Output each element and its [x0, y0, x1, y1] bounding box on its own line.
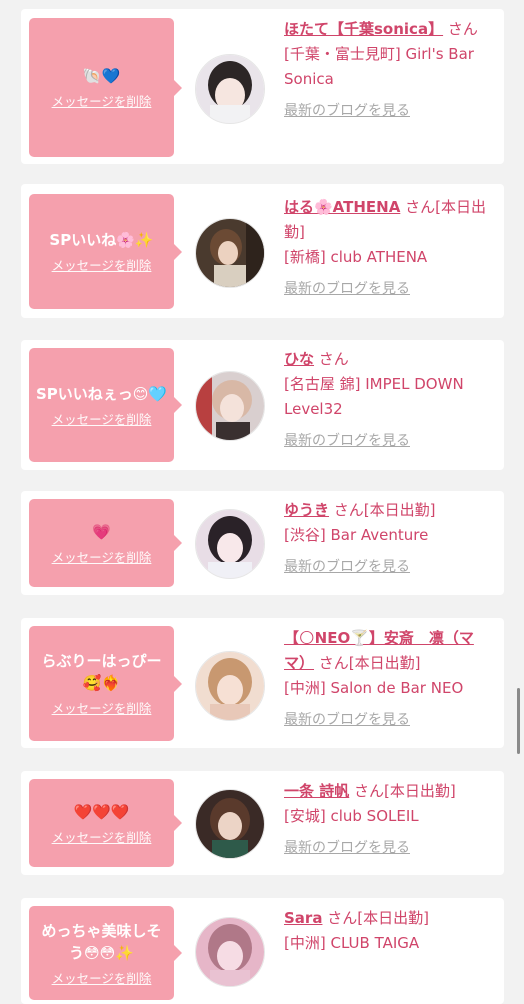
sender-info: ほたて【千葉sonica】 さん [千葉・富士見町] Girl's Bar So… [284, 17, 496, 120]
scrollbar[interactable] [517, 688, 520, 754]
shop-name: [名古屋 錦] IMPEL DOWN Level32 [284, 375, 464, 418]
sender-name-link[interactable]: ひな [284, 350, 314, 368]
message-text: めっちゃ美味しそう😳😳✨ [41, 921, 162, 962]
avatar[interactable] [195, 54, 265, 124]
avatar[interactable] [195, 789, 265, 859]
message-text: 💗 [92, 522, 111, 541]
sender-name-link[interactable]: はる🌸ATHENA [284, 198, 400, 216]
message-text: SPいいね🌸✨ [49, 231, 154, 249]
avatar[interactable] [195, 218, 265, 288]
message-text: SPいいねぇっ😊🩵 [35, 384, 168, 403]
blog-link[interactable]: 最新のブログを見る [284, 837, 410, 857]
message-text: らぶりーはっぴー🥰❤️‍🔥 [41, 652, 162, 692]
message-bubble: ❤️❤️❤️ メッセージを削除 [29, 779, 182, 867]
sender-info: Sara さん[本日出勤] [中洲] CLUB TAIGA [284, 906, 496, 956]
shop-name: [安城] club SOLEIL [284, 807, 419, 825]
sender-info: 一条 詩帆 さん[本日出勤] [安城] club SOLEIL 最新のブログを見… [284, 779, 496, 857]
message-bubble: 💗 メッセージを削除 [29, 499, 182, 587]
avatar[interactable] [195, 917, 265, 987]
sender-info: ゆうき さん[本日出勤] [渋谷] Bar Aventure 最新のブログを見る [284, 498, 496, 576]
message-feed: 🐚💙 メッセージを削除 ほたて【千葉sonica】 さん [千葉・富士見町] G… [0, 0, 524, 1004]
message-card: SPいいねぇっ😊🩵 メッセージを削除 ひな さん [名古屋 錦] IMPEL D… [21, 340, 504, 470]
message-bubble: SPいいねぇっ😊🩵 メッセージを削除 [29, 348, 182, 462]
avatar[interactable] [195, 371, 265, 441]
sender-name-link[interactable]: Sara [284, 909, 322, 927]
blog-link[interactable]: 最新のブログを見る [284, 709, 410, 729]
delete-message-link[interactable]: メッセージを削除 [52, 968, 152, 987]
blog-link[interactable]: 最新のブログを見る [284, 278, 410, 298]
sender-name-link[interactable]: ほたて【千葉sonica】 [284, 20, 443, 38]
message-card: らぶりーはっぴー🥰❤️‍🔥 メッセージを削除 【🌕NEO🍸】安斎 凛（ママ） さ… [21, 618, 504, 748]
message-text: ❤️❤️❤️ [73, 802, 130, 821]
sender-info: 【🌕NEO🍸】安斎 凛（ママ） さん[本日出勤] [中洲] Salon de B… [284, 626, 496, 729]
delete-message-link[interactable]: メッセージを削除 [52, 698, 152, 717]
delete-message-link[interactable]: メッセージを削除 [52, 91, 152, 110]
message-card: ❤️❤️❤️ メッセージを削除 一条 詩帆 さん[本日出勤] [安城] club… [21, 771, 504, 875]
sender-info: ひな さん [名古屋 錦] IMPEL DOWN Level32 最新のブログを… [284, 347, 496, 450]
sender-info: はる🌸ATHENA さん[本日出勤] [新橋] club ATHENA 最新のブ… [284, 195, 496, 298]
shop-name: [新橋] club ATHENA [284, 248, 428, 266]
message-card: 🐚💙 メッセージを削除 ほたて【千葉sonica】 さん [千葉・富士見町] G… [21, 9, 504, 164]
delete-message-link[interactable]: メッセージを削除 [52, 547, 152, 566]
sender-name-link[interactable]: 一条 詩帆 [284, 782, 349, 800]
shop-name: [千葉・富士見町] Girl's Bar Sonica [284, 45, 474, 88]
delete-message-link[interactable]: メッセージを削除 [52, 409, 152, 428]
delete-message-link[interactable]: メッセージを削除 [52, 255, 152, 274]
avatar[interactable] [195, 651, 265, 721]
shop-name: [渋谷] Bar Aventure [284, 526, 429, 544]
message-card: SPいいね🌸✨ メッセージを削除 はる🌸ATHENA さん[本日出勤] [新橋]… [21, 184, 504, 318]
message-bubble: SPいいね🌸✨ メッセージを削除 [29, 194, 182, 309]
message-card: めっちゃ美味しそう😳😳✨ メッセージを削除 Sara さん[本日出勤] [中洲]… [21, 898, 504, 1004]
shop-name: [中洲] Salon de Bar NEO [284, 679, 464, 697]
blog-link[interactable]: 最新のブログを見る [284, 100, 410, 120]
blog-link[interactable]: 最新のブログを見る [284, 430, 410, 450]
honorific: さん [447, 20, 478, 38]
message-bubble: 🐚💙 メッセージを削除 [29, 18, 182, 157]
message-card: 💗 メッセージを削除 ゆうき さん[本日出勤] [渋谷] Bar Aventur… [21, 491, 504, 595]
honorific: さん[本日出勤] [354, 782, 456, 800]
message-text: 🐚💙 [82, 67, 121, 85]
sender-name-link[interactable]: ゆうき [284, 501, 329, 519]
delete-message-link[interactable]: メッセージを削除 [52, 827, 152, 846]
blog-link[interactable]: 最新のブログを見る [284, 556, 410, 576]
honorific: さん[本日出勤] [333, 501, 436, 519]
message-bubble: らぶりーはっぴー🥰❤️‍🔥 メッセージを削除 [29, 626, 182, 741]
honorific: さん[本日出勤] [327, 909, 429, 927]
shop-name: [中洲] CLUB TAIGA [284, 934, 420, 952]
honorific: さん [318, 350, 349, 368]
message-bubble: めっちゃ美味しそう😳😳✨ メッセージを削除 [29, 906, 182, 1000]
honorific: さん[本日出勤] [318, 654, 421, 672]
avatar[interactable] [195, 509, 265, 579]
